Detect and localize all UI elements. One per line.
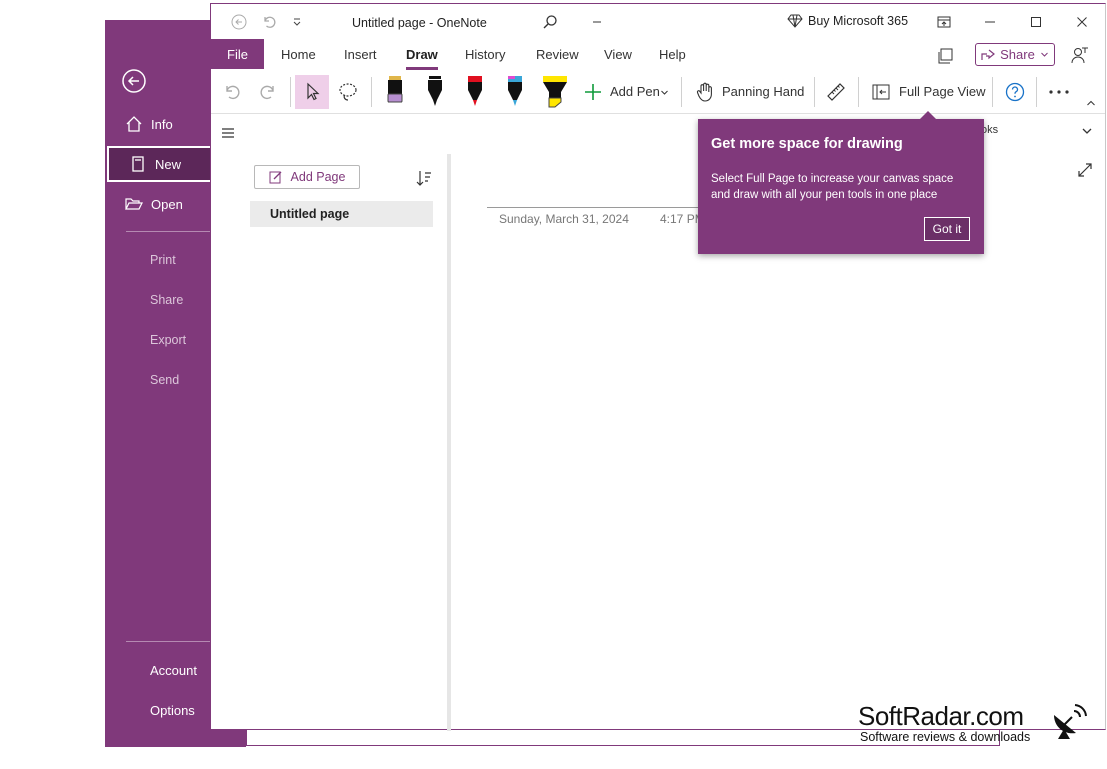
undo-icon[interactable]: [260, 13, 278, 31]
search-icon[interactable]: [541, 13, 559, 31]
collapse-ribbon-icon[interactable]: [1081, 93, 1101, 113]
close-icon[interactable]: [1071, 11, 1093, 33]
customize-qat-icon[interactable]: [288, 13, 306, 31]
ruler-icon[interactable]: [819, 75, 853, 109]
draw-toolbar: Add Pen Panning Hand Full Page View: [211, 71, 1105, 114]
share-icon: [981, 49, 996, 61]
softradar-watermark: SoftRadar.com Software reviews & downloa…: [858, 701, 1098, 751]
backstage-open-label: Open: [151, 196, 183, 212]
sort-icon[interactable]: [415, 169, 433, 187]
toolbar-separator: [858, 77, 859, 107]
full-page-callout: Get more space for drawing Select Full P…: [698, 111, 984, 254]
pen-red-icon[interactable]: [458, 75, 492, 109]
tab-review[interactable]: Review: [536, 47, 579, 62]
pen-purple-icon[interactable]: [378, 75, 412, 109]
backstage-options[interactable]: Options: [150, 703, 195, 718]
got-it-button[interactable]: Got it: [924, 217, 970, 241]
back-arrow-icon[interactable]: [121, 68, 147, 94]
backstage-print[interactable]: Print: [150, 253, 176, 267]
undo-icon[interactable]: [215, 75, 249, 109]
toolbar-separator: [1036, 77, 1037, 107]
page-list-item[interactable]: Untitled page: [250, 201, 433, 227]
lasso-select-icon[interactable]: [331, 75, 365, 109]
page-date: Sunday, March 31, 2024: [499, 212, 629, 226]
add-page-icon: [269, 170, 283, 184]
add-pen-plus-icon[interactable]: [576, 75, 610, 109]
full-page-view-label[interactable]: Full Page View: [899, 84, 985, 99]
share-button[interactable]: Share: [975, 43, 1055, 66]
pen-galaxy-icon[interactable]: [498, 75, 532, 109]
folder-icon: [123, 193, 145, 215]
tab-insert[interactable]: Insert: [344, 47, 377, 62]
hamburger-menu-icon[interactable]: [221, 126, 235, 140]
sticky-notes-icon[interactable]: [937, 47, 955, 65]
backstage-new-label: New: [155, 156, 182, 172]
page-title-underline: [487, 207, 707, 208]
dash-icon: [588, 13, 606, 31]
toolbar-separator: [814, 77, 815, 107]
new-page-icon: [127, 153, 149, 175]
tab-view[interactable]: View: [604, 47, 632, 62]
diamond-icon: [787, 14, 803, 28]
full-page-view-icon[interactable]: [864, 75, 898, 109]
backstage-export[interactable]: Export: [150, 333, 186, 347]
window-title: Untitled page - OneNote: [352, 16, 487, 30]
backstage-account[interactable]: Account: [150, 663, 197, 678]
add-pen-label[interactable]: Add Pen: [610, 84, 660, 99]
tab-home[interactable]: Home: [281, 47, 316, 62]
back-circle-icon[interactable]: [230, 13, 248, 31]
redo-icon[interactable]: [251, 75, 285, 109]
chevron-down-icon: [1040, 50, 1049, 59]
buy-label: Buy Microsoft 365: [808, 14, 909, 28]
tab-file[interactable]: File: [211, 39, 264, 69]
toolbar-separator: [681, 77, 682, 107]
onenote-window: Untitled page - OneNote Buy Microsoft 36…: [210, 3, 1106, 731]
backstage-info-label: Info: [151, 116, 173, 132]
callout-title: Get more space for drawing: [711, 136, 903, 152]
chevron-down-icon[interactable]: [1081, 125, 1093, 137]
feedback-person-icon[interactable]: [1071, 46, 1089, 64]
backstage-send[interactable]: Send: [150, 373, 179, 387]
callout-body: Select Full Page to increase your canvas…: [711, 173, 954, 201]
tab-draw[interactable]: Draw: [406, 47, 438, 70]
minimize-icon[interactable]: [979, 11, 1001, 33]
more-options-icon[interactable]: [1042, 75, 1076, 109]
share-label: Share: [1000, 47, 1035, 62]
buy-microsoft-365-link[interactable]: Buy Microsoft 365: [787, 14, 908, 28]
select-tool-icon[interactable]: [295, 75, 329, 109]
backstage-share[interactable]: Share: [150, 293, 183, 307]
add-page-label: Add Page: [290, 170, 346, 184]
ribbon-display-icon[interactable]: [933, 11, 955, 33]
chevron-down-icon[interactable]: [657, 75, 671, 109]
ribbon-tabs: File Home Insert Draw History Review Vie…: [211, 39, 1105, 71]
panning-hand-label[interactable]: Panning Hand: [722, 84, 804, 99]
pane-splitter[interactable]: [447, 154, 451, 731]
add-page-button[interactable]: Add Page: [254, 165, 360, 189]
watermark-main-text: SoftRadar.com: [858, 701, 1024, 731]
tab-help[interactable]: Help: [659, 47, 686, 62]
title-bar: Untitled page - OneNote Buy Microsoft 36…: [211, 4, 1105, 39]
toolbar-separator: [992, 77, 993, 107]
toolbar-separator: [290, 77, 291, 107]
highlighter-yellow-icon[interactable]: [538, 75, 572, 109]
home-icon: [123, 113, 145, 135]
pen-black-icon[interactable]: [418, 75, 452, 109]
panning-hand-icon[interactable]: [688, 75, 722, 109]
maximize-icon[interactable]: [1025, 11, 1047, 33]
toolbar-separator: [371, 77, 372, 107]
watermark-sub-text: Software reviews & downloads: [860, 730, 1031, 744]
help-question-icon[interactable]: [998, 75, 1032, 109]
tab-history[interactable]: History: [465, 47, 505, 62]
expand-icon[interactable]: [1077, 162, 1093, 178]
satellite-dish-icon: [1048, 701, 1088, 745]
